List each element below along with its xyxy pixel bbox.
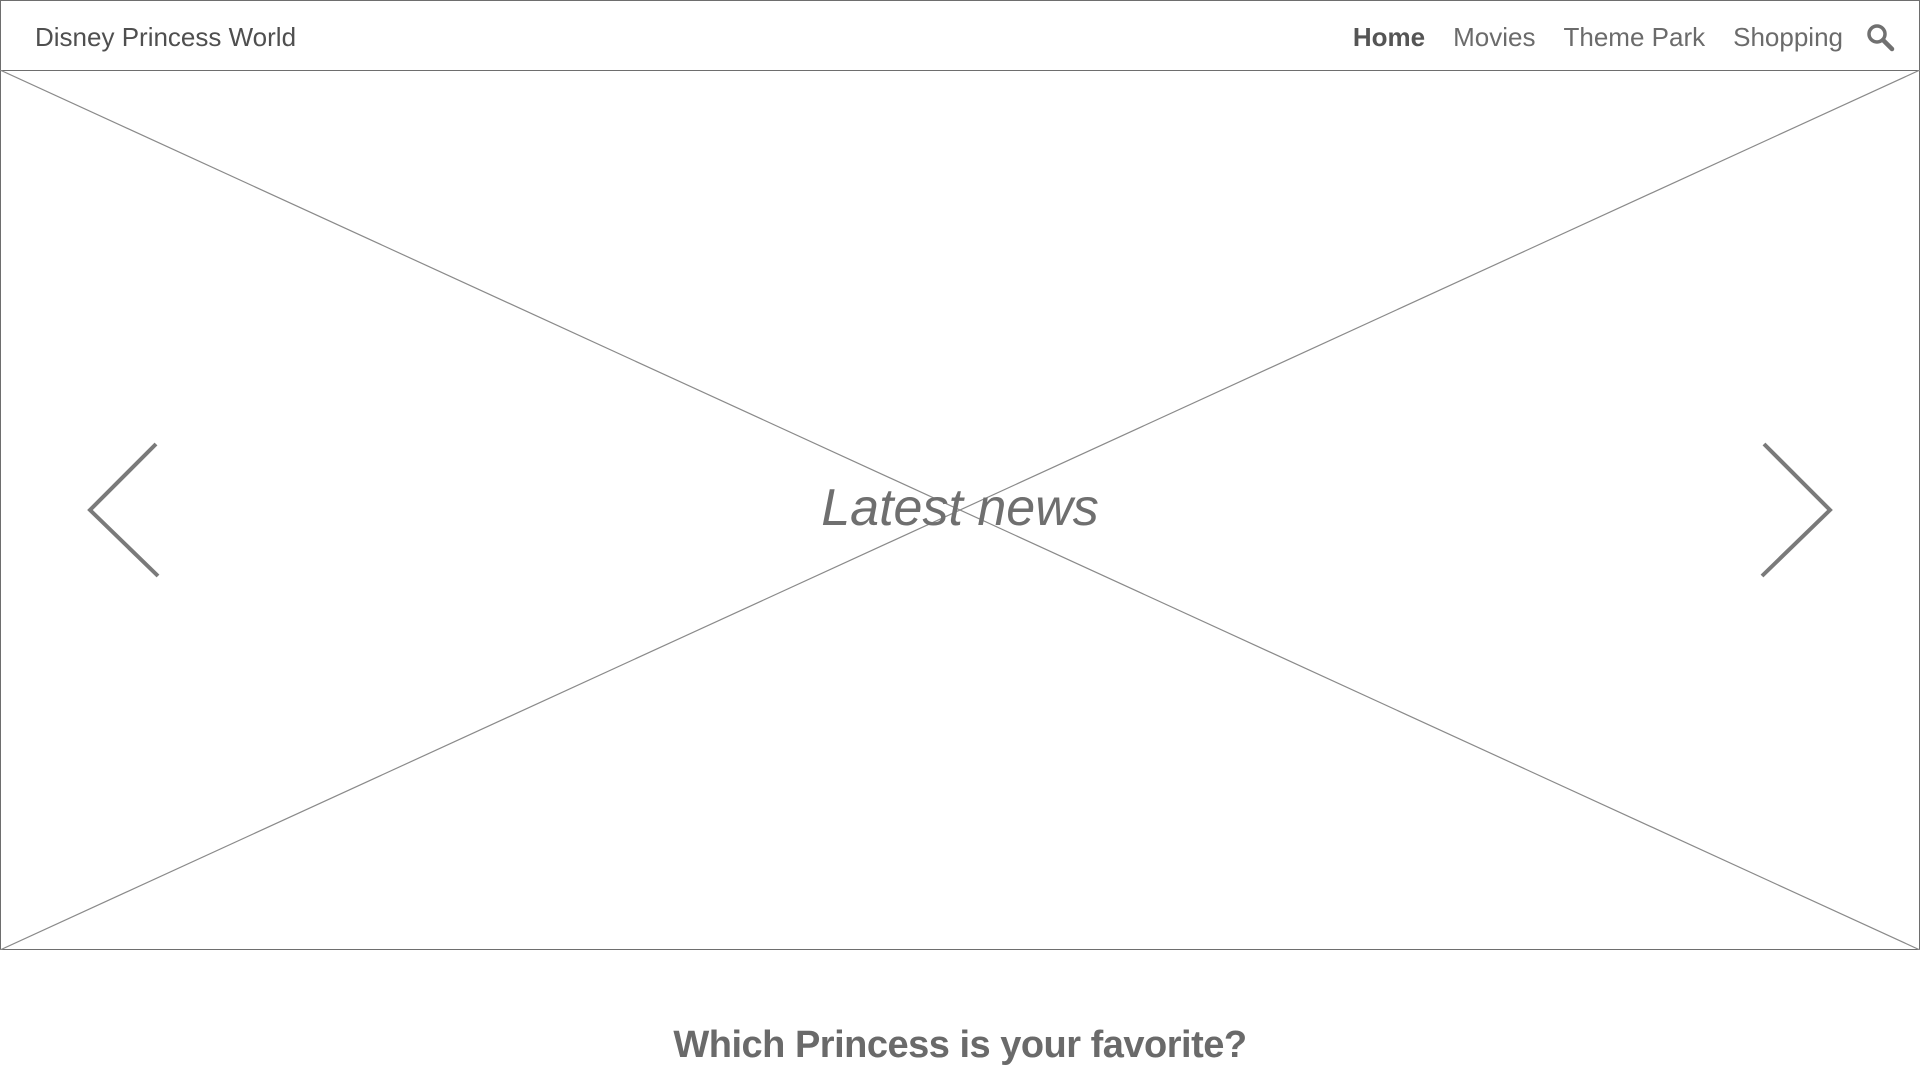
hero-carousel: Latest news [0, 70, 1920, 950]
nav-item-home[interactable]: Home [1353, 22, 1425, 52]
search-icon[interactable] [1865, 22, 1895, 52]
nav-item-theme-park[interactable]: Theme Park [1564, 22, 1706, 52]
carousel-next-button[interactable] [1758, 442, 1838, 578]
nav-item-movies[interactable]: Movies [1453, 22, 1535, 52]
chevron-left-icon [87, 442, 160, 578]
main-nav: Home Movies Theme Park Shopping [1325, 22, 1895, 52]
hero-title: Latest news [821, 479, 1099, 537]
carousel-prev-button[interactable] [86, 442, 166, 578]
chevron-right-icon [1760, 442, 1833, 578]
site-header: Disney Princess World Home Movies Theme … [0, 0, 1920, 71]
section-title: Which Princess is your favorite? [673, 1023, 1247, 1066]
page: Disney Princess World Home Movies Theme … [0, 0, 1920, 1080]
nav-item-shopping[interactable]: Shopping [1733, 22, 1843, 52]
site-brand[interactable]: Disney Princess World [35, 22, 296, 52]
